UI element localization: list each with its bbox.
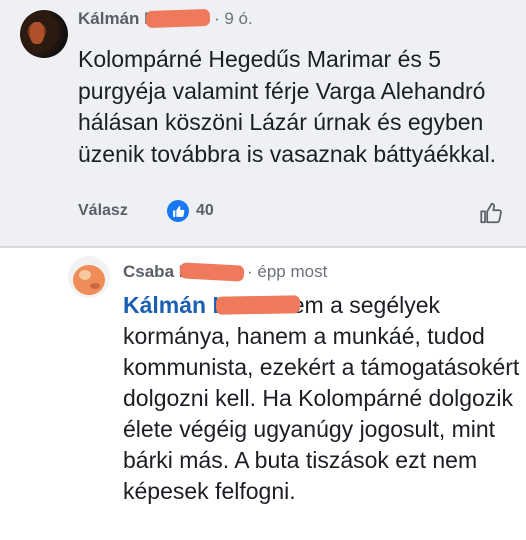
redaction-mark (215, 295, 301, 315)
commenter-avatar[interactable] (20, 10, 68, 58)
reply-text: Kálmán La Ez nem a segélyek kormánya, ha… (123, 290, 523, 507)
reply-button[interactable]: Válasz (78, 202, 128, 220)
reply-timestamp[interactable]: · épp most (247, 262, 327, 282)
redaction-mark (145, 8, 211, 29)
comment-divider (0, 246, 526, 248)
reaction-count[interactable]: 40 (196, 202, 214, 220)
redaction-mark (179, 262, 245, 282)
reply-body: Ez nem a segélyek kormánya, hanem a munk… (123, 292, 520, 504)
comment-text: Kolompárné Hegedűs Marimar és 5 purgyéja… (78, 46, 497, 167)
comment-timestamp[interactable]: · 9 ó. (214, 9, 253, 29)
thumbs-up-outline-icon[interactable] (478, 200, 504, 226)
thumbs-up-icon[interactable] (167, 200, 189, 222)
replier-avatar[interactable] (68, 256, 110, 298)
